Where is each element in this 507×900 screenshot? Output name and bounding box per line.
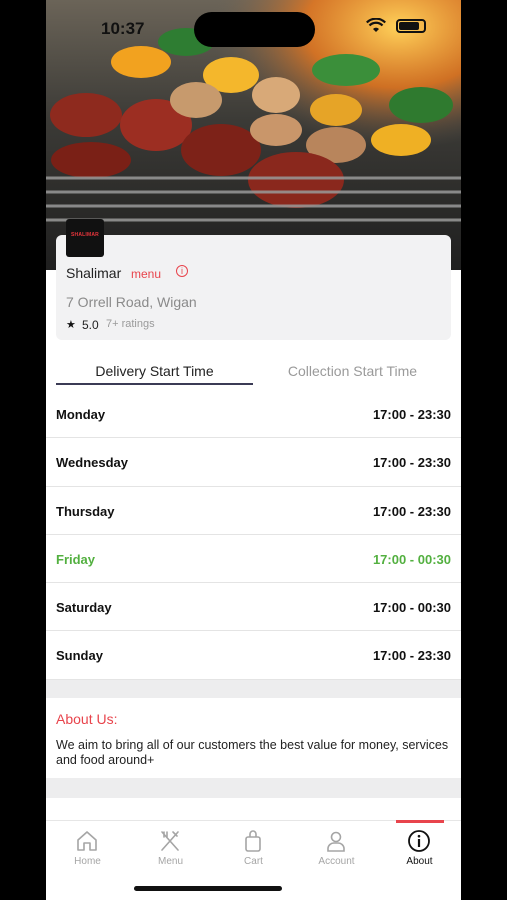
schedule-hours: 17:00 - 23:30: [372, 503, 451, 519]
status-time: 10:37: [101, 19, 145, 38]
info-icon[interactable]: i: [176, 265, 188, 277]
opening-hours-list: Monday 17:00 - 23:30 Wednesday 17:00 - 2…: [46, 390, 461, 680]
tab-account[interactable]: Account: [295, 821, 378, 881]
tab-menu[interactable]: Menu: [129, 821, 212, 881]
app-screen: 10:37 SHALIMAR Shalimar menu i 7 Orrell …: [46, 0, 461, 900]
tab-label: Account: [318, 856, 355, 867]
section-divider: [46, 778, 461, 798]
shopping-bag-icon: [245, 830, 261, 852]
tab-collection-start-time[interactable]: Collection Start Time: [254, 363, 451, 385]
restaurant-logo: SHALIMAR: [66, 219, 104, 257]
tab-label: Home: [74, 856, 101, 867]
status-bar: 10:37: [46, 0, 461, 54]
schedule-row: Wednesday 17:00 - 23:30: [46, 438, 461, 487]
tab-delivery-start-time[interactable]: Delivery Start Time: [56, 363, 253, 385]
tab-about[interactable]: About: [378, 820, 461, 881]
schedule-day: Saturday: [56, 600, 112, 616]
schedule-hours: 17:00 - 23:30: [372, 648, 451, 664]
schedule-hours: 17:00 - 23:30: [372, 455, 451, 471]
schedule-day: Friday: [56, 551, 96, 567]
menu-link[interactable]: menu: [131, 267, 161, 281]
schedule-day: Thursday: [56, 503, 115, 519]
schedule-row: Sunday 17:00 - 23:30: [46, 631, 461, 680]
schedule-hours: 17:00 - 23:30: [372, 407, 451, 422]
schedule-row: Thursday 17:00 - 23:30: [46, 487, 461, 535]
rating-value: 5.0: [82, 318, 99, 332]
info-circle-icon: [408, 830, 430, 852]
home-indicator: [134, 886, 282, 891]
restaurant-name: Shalimar: [66, 265, 122, 281]
schedule-hours: 17:00 - 00:30: [372, 600, 451, 616]
about-text: We aim to bring all of our customers the…: [56, 738, 449, 767]
tab-label: Cart: [244, 856, 263, 867]
schedule-row-today: Friday 17:00 - 00:30: [46, 535, 461, 584]
star-icon: ★: [66, 319, 76, 331]
section-divider: [46, 680, 461, 698]
schedule-row: Monday 17:00 - 23:30: [46, 390, 461, 439]
tab-label: Menu: [157, 856, 183, 867]
schedule-hours: 17:00 - 00:30: [372, 551, 451, 567]
schedule-day: Sunday: [56, 648, 103, 664]
wifi-icon: [366, 18, 386, 32]
fork-knife-icon: [161, 831, 179, 851]
about-title: About Us:: [56, 711, 118, 727]
restaurant-address: 7 Orrell Road, Wigan: [66, 294, 197, 310]
home-icon: [77, 831, 97, 851]
schedule-day: Wednesday: [56, 455, 129, 471]
battery-icon: [396, 19, 426, 33]
schedule-row: Saturday 17:00 - 00:30: [46, 583, 461, 632]
tab-home[interactable]: Home: [46, 821, 129, 881]
active-tab-indicator: [396, 820, 444, 823]
person-icon: [327, 831, 345, 852]
ratings-count: 7+ ratings: [106, 318, 155, 330]
restaurant-info-card: SHALIMAR Shalimar menu i 7 Orrell Road, …: [56, 219, 451, 340]
schedule-day: Monday: [56, 407, 106, 422]
dynamic-island: [194, 12, 315, 47]
tab-label: About: [406, 856, 433, 867]
tab-cart[interactable]: Cart: [212, 821, 295, 881]
